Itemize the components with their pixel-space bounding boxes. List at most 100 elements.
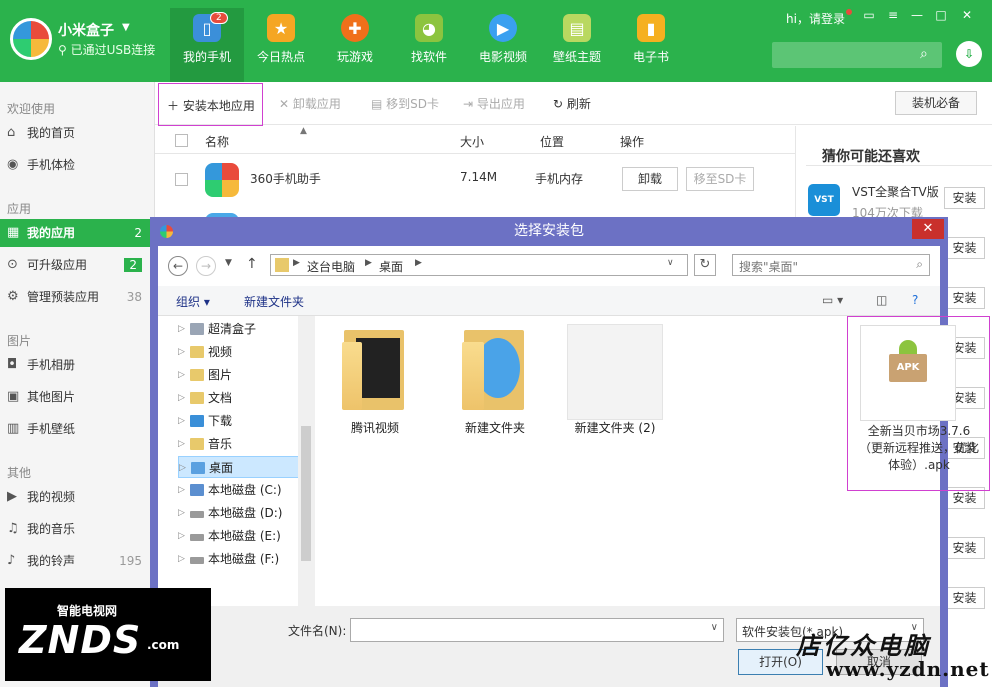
download-icon[interactable]: ⇩ (956, 41, 982, 67)
install-button[interactable]: 安装 (944, 187, 985, 209)
sidebar-item-preinstalled[interactable]: ⚙ 管理预装应用 38 (0, 283, 154, 311)
recent-dropdown-icon[interactable]: ▼ (225, 258, 232, 268)
expand-arrow-icon[interactable]: ▷ (178, 479, 185, 501)
install-button[interactable]: 安装 (944, 537, 985, 559)
tree-item[interactable]: ▷ 图片 (178, 364, 314, 386)
uninstall-button[interactable]: ✕ 卸载应用 (279, 95, 341, 112)
tree-scrollbar[interactable] (298, 316, 314, 606)
tab-wallpapers[interactable]: ▤ 壁纸主题 (540, 8, 614, 82)
install-button[interactable]: 安装 (944, 237, 985, 259)
install-button[interactable]: 安装 (944, 287, 985, 309)
expand-arrow-icon[interactable]: ▷ (178, 364, 185, 386)
new-folder-button[interactable]: 新建文件夹 (244, 293, 304, 310)
tree-item[interactable]: ▷ 音乐 (178, 433, 314, 455)
close-icon[interactable]: ✕ (960, 8, 974, 22)
expand-arrow-icon[interactable]: ▷ (178, 341, 185, 363)
install-button[interactable]: 安装 (944, 587, 985, 609)
row-checkbox[interactable] (175, 173, 188, 186)
expand-arrow-icon[interactable]: ▷ (178, 410, 185, 432)
dialog-close-button[interactable]: ✕ (912, 219, 944, 239)
sidebar-item-my-apps[interactable]: ▦ 我的应用 2 (0, 219, 154, 247)
expand-arrow-icon[interactable]: ▷ (179, 457, 186, 479)
sidebar-item-upgradable[interactable]: ⊙ 可升级应用 2 (0, 251, 154, 279)
filename-input[interactable]: ∨ (350, 618, 724, 642)
path-field[interactable]: ▶ 这台电脑 ▶ 桌面 ▶ ∨ (270, 254, 688, 276)
essentials-button[interactable]: 装机必备 (895, 91, 977, 115)
apk-file-item-selected[interactable]: APK 全新当贝市场3.7.6（更新远程推送，优化体验）.apk (847, 316, 990, 491)
tab-ebooks[interactable]: ▮ 电子书 (614, 8, 688, 82)
expand-arrow-icon[interactable]: ▷ (178, 433, 185, 455)
vst-app-icon[interactable]: VST (808, 184, 840, 216)
expand-arrow-icon[interactable]: ▷ (178, 502, 185, 524)
search-input[interactable]: ⌕ (772, 42, 942, 68)
back-arrow-icon[interactable]: ← (168, 256, 188, 276)
sidebar-item-videos[interactable]: ▶ 我的视频 (0, 483, 154, 511)
file-item[interactable]: 新建文件夹 (2) (565, 324, 665, 437)
tab-games[interactable]: ✚ 玩游戏 (318, 8, 392, 82)
tree-item[interactable]: ▷ 下载 (178, 410, 314, 432)
path-segment[interactable]: 桌面 (379, 258, 403, 275)
tab-my-phone[interactable]: ▯ 2 我的手机 (170, 8, 244, 82)
sidebar-item-wallpapers[interactable]: ▥ 手机壁纸 (0, 415, 154, 443)
folder-search-input[interactable]: 搜索"桌面" ⌕ (732, 254, 930, 276)
file-item[interactable]: 新建文件夹 (445, 324, 545, 437)
uninstall-row-button[interactable]: 卸载 (622, 167, 678, 191)
tab-videos[interactable]: ▶ 电影视频 (466, 8, 540, 82)
device-name[interactable]: 小米盒子 (58, 20, 114, 40)
file-item[interactable]: 腾讯视频 (325, 324, 425, 437)
view-options-icon[interactable]: ▭ ▾ (822, 293, 843, 307)
expand-arrow-icon[interactable]: ▷ (178, 387, 185, 409)
tree-item[interactable]: ▷ 超清盒子 (178, 318, 314, 340)
expand-arrow-icon[interactable]: ▷ (178, 525, 185, 547)
sidebar-item-music[interactable]: ♫ 我的音乐 (0, 515, 154, 543)
tree-item-desktop[interactable]: ▷ 桌面 (178, 456, 314, 478)
app-logo[interactable] (10, 18, 52, 60)
message-icon[interactable]: ▭ (862, 8, 876, 22)
select-all-checkbox[interactable] (175, 134, 188, 147)
tree-item[interactable]: ▷ 本地磁盘 (C:) (178, 479, 314, 501)
path-dropdown-icon[interactable]: ∨ (667, 258, 674, 268)
col-location[interactable]: 位置 (540, 133, 564, 150)
move-sd-row-button[interactable]: 移至SD卡 (686, 167, 754, 191)
refresh-icon[interactable]: ↻ (694, 254, 716, 276)
col-size[interactable]: 大小 (460, 133, 484, 150)
tree-item[interactable]: ▷ 本地磁盘 (E:) (178, 525, 314, 547)
tab-software[interactable]: ◕ 找软件 (392, 8, 466, 82)
move-to-sd-button[interactable]: ▤ 移到SD卡 (371, 95, 439, 112)
export-button[interactable]: ⇥ 导出应用 (463, 95, 525, 112)
up-arrow-icon[interactable]: ↑ (246, 256, 258, 272)
scrollbar-thumb[interactable] (301, 426, 311, 561)
col-name[interactable]: 名称 (205, 133, 229, 150)
minimize-icon[interactable]: — (910, 8, 924, 22)
login-link[interactable]: hi，请登录 (786, 10, 845, 27)
maximize-icon[interactable]: □ (934, 8, 948, 22)
sidebar-item-home[interactable]: ⌂ 我的首页 (0, 119, 154, 147)
sidebar-item-ringtones[interactable]: ♪ 我的铃声 195 (0, 547, 154, 575)
sort-up-icon[interactable]: ▲ (300, 126, 307, 136)
tree-item[interactable]: ▷ 本地磁盘 (D:) (178, 502, 314, 524)
install-local-app-button[interactable]: ＋ 安装本地应用 (158, 83, 263, 126)
expand-arrow-icon[interactable]: ▷ (178, 318, 185, 340)
refresh-button[interactable]: ↻ 刷新 (553, 95, 591, 112)
sidebar-item-checkup[interactable]: ◉ 手机体检 (0, 151, 154, 179)
sidebar-item-other-pictures[interactable]: ▣ 其他图片 (0, 383, 154, 411)
search-icon[interactable]: ⌕ (916, 257, 923, 272)
search-icon[interactable]: ⌕ (920, 46, 936, 62)
preview-pane-icon[interactable]: ◫ (876, 293, 887, 307)
table-row[interactable]: 360手机助手 7.14M 手机内存 卸载 移至SD卡 (155, 154, 795, 204)
recommend-app-name[interactable]: VST全聚合TV版 (852, 183, 939, 200)
tab-hot-today[interactable]: ★ 今日热点 (244, 8, 318, 82)
forward-arrow-icon[interactable]: → (196, 256, 216, 276)
chevron-down-icon[interactable]: ∨ (711, 622, 718, 633)
dialog-title-bar[interactable]: 选择安装包 (150, 217, 948, 246)
tree-item[interactable]: ▷ 文档 (178, 387, 314, 409)
menu-icon[interactable]: ≡ (886, 8, 900, 22)
device-dropdown-icon[interactable]: ▼ (122, 22, 130, 33)
organize-menu[interactable]: 组织 ▾ (176, 293, 210, 310)
tree-item[interactable]: ▷ 本地磁盘 (F:) (178, 548, 314, 570)
help-icon[interactable]: ? (912, 293, 918, 307)
expand-arrow-icon[interactable]: ▷ (178, 548, 185, 570)
sidebar-item-album[interactable]: ◘ 手机相册 (0, 351, 154, 379)
tree-item[interactable]: ▷ 视频 (178, 341, 314, 363)
path-segment[interactable]: 这台电脑 (307, 258, 355, 275)
